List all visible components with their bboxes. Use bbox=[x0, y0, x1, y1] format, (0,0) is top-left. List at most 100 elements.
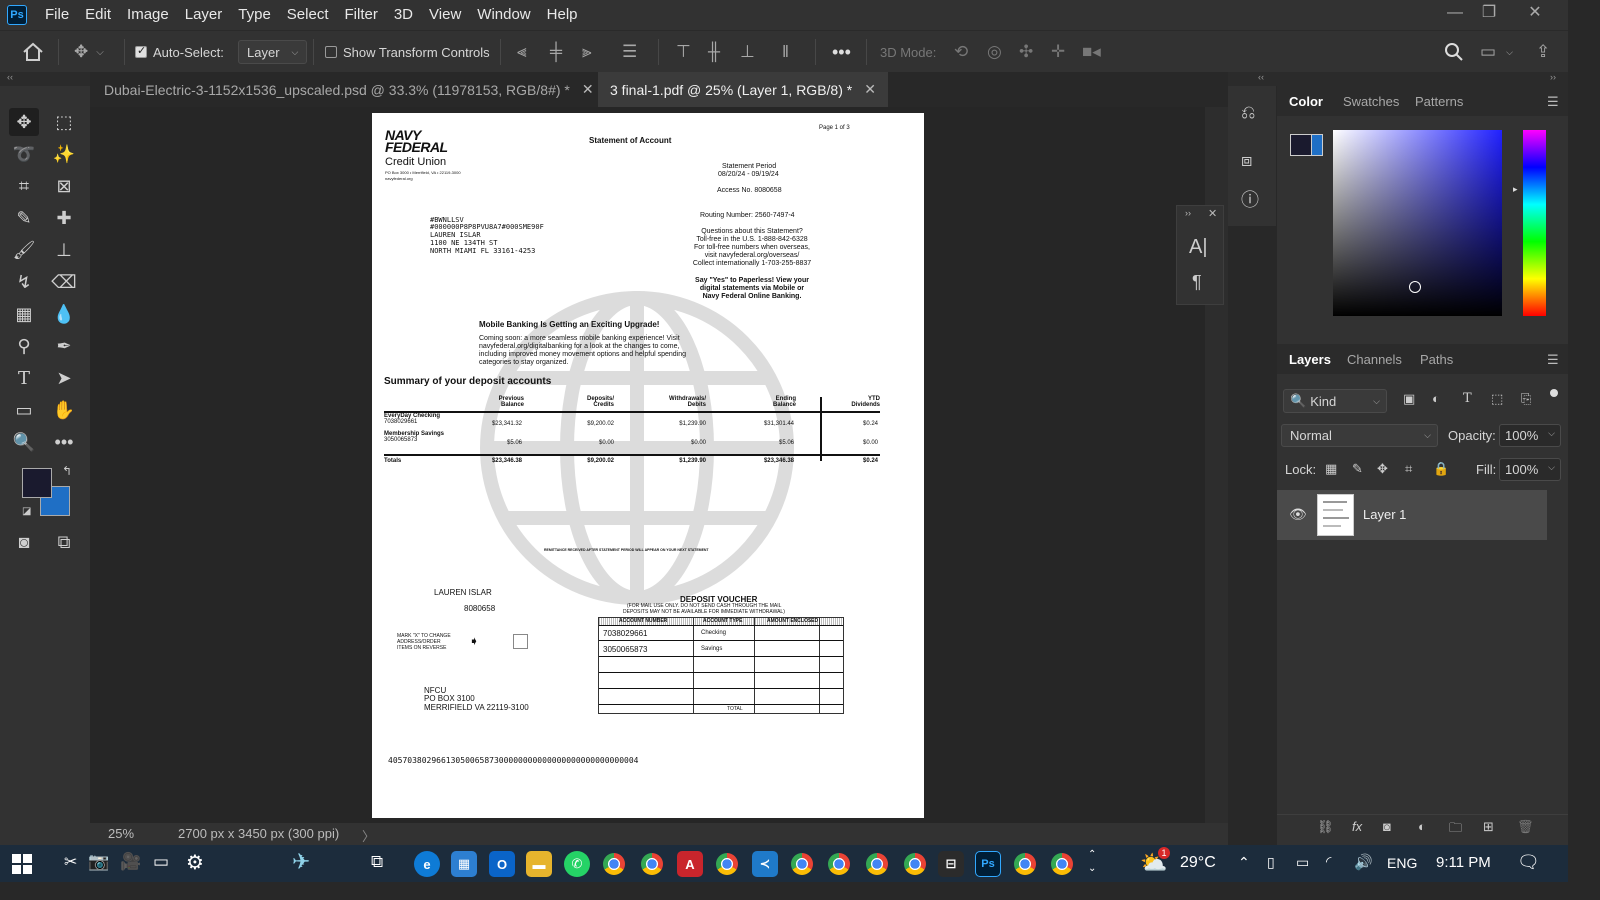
pen-tool-icon[interactable]: ✒ bbox=[49, 332, 79, 360]
align-hcenter-icon[interactable]: ╪ bbox=[550, 31, 562, 73]
minimize-icon[interactable]: — bbox=[1438, 0, 1472, 26]
chrome-profile4-icon[interactable] bbox=[791, 853, 813, 875]
layer-filter-kind-dropdown[interactable]: 🔍 Kind ⌵ bbox=[1283, 389, 1387, 413]
color-fg-swatch[interactable] bbox=[1290, 134, 1312, 156]
terminal-app-icon[interactable]: ⊟ bbox=[938, 851, 964, 877]
chrome-profile9-icon[interactable] bbox=[1051, 853, 1073, 875]
expand-panels-icon[interactable]: ‹‹ bbox=[1258, 72, 1264, 82]
3d-orbit-icon[interactable]: ⟲ bbox=[954, 31, 968, 73]
photoshop-taskbar-icon[interactable]: Ps bbox=[975, 851, 1001, 877]
3d-slide-icon[interactable]: ✛ bbox=[1051, 31, 1065, 73]
hue-slider[interactable] bbox=[1523, 130, 1546, 316]
paragraph-panel-icon[interactable]: ¶ bbox=[1192, 272, 1202, 293]
menu-type[interactable]: Type bbox=[230, 0, 279, 30]
status-menu-chevron-icon[interactable]: 〉 bbox=[362, 826, 375, 845]
dodge-tool-icon[interactable]: ⚲ bbox=[9, 332, 39, 360]
show-transform-checkbox[interactable]: Show Transform Controls bbox=[325, 31, 490, 73]
tab-paths[interactable]: Paths bbox=[1420, 352, 1453, 367]
marquee-tool-icon[interactable]: ⬚ bbox=[49, 108, 79, 136]
auto-select-checkbox[interactable]: Auto-Select: bbox=[135, 31, 224, 73]
menu-layer[interactable]: Layer bbox=[177, 0, 231, 30]
crop-tool-icon[interactable]: ⌗ bbox=[9, 172, 39, 200]
brush-tool-icon[interactable]: 🖌 bbox=[9, 236, 39, 264]
healing-brush-tool-icon[interactable]: ✚ bbox=[49, 204, 79, 232]
new-layer-icon[interactable]: ⊞ bbox=[1483, 819, 1494, 835]
close-icon[interactable]: ✕ bbox=[864, 81, 876, 98]
travel-widget-icon[interactable]: ✈ bbox=[292, 849, 310, 875]
chrome-profile7-icon[interactable] bbox=[904, 853, 926, 875]
move-tool-preset-icon[interactable]: ✥ ⌵ bbox=[74, 31, 104, 73]
tab-channels[interactable]: Channels bbox=[1347, 352, 1402, 367]
collapse-toolbar-icon[interactable]: ‹‹ bbox=[0, 72, 90, 86]
lasso-tool-icon[interactable]: ➰ bbox=[9, 140, 39, 168]
more-options-icon[interactable]: ••• bbox=[832, 31, 851, 73]
lock-position-icon[interactable]: ✥ bbox=[1377, 461, 1388, 477]
blur-tool-icon[interactable]: 💧 bbox=[49, 300, 79, 328]
path-selection-tool-icon[interactable]: ➤ bbox=[49, 364, 79, 392]
home-icon[interactable] bbox=[22, 31, 44, 73]
close-window-icon[interactable]: ✕ bbox=[1518, 0, 1552, 26]
close-icon[interactable]: ✕ bbox=[582, 81, 594, 98]
lock-image-icon[interactable]: ✎ bbox=[1352, 461, 1363, 477]
type-tool-icon[interactable]: T bbox=[9, 364, 39, 392]
3d-panel-icon[interactable]: ⧈ bbox=[1241, 150, 1252, 171]
fill-field[interactable]: 100% ⌵ bbox=[1499, 458, 1561, 481]
tab-color[interactable]: Color bbox=[1289, 94, 1323, 109]
layers-panel-menu-icon[interactable]: ☰ bbox=[1547, 352, 1559, 368]
align-vcenter-icon[interactable]: ╫ bbox=[708, 31, 720, 73]
layer-style-icon[interactable]: fx bbox=[1352, 819, 1362, 834]
file-explorer-icon[interactable]: ▬ bbox=[526, 851, 552, 877]
eraser-tool-icon[interactable]: ⌫ bbox=[49, 268, 79, 296]
zoom-level[interactable]: 25% bbox=[108, 826, 134, 841]
color-picker-cursor[interactable] bbox=[1409, 281, 1421, 293]
lock-artboard-icon[interactable]: ⌗ bbox=[1405, 461, 1412, 477]
chrome-icon[interactable] bbox=[603, 853, 625, 875]
filter-type-icon[interactable]: T bbox=[1463, 391, 1472, 406]
filter-toggle-icon[interactable] bbox=[1550, 389, 1558, 397]
windows-start-icon[interactable] bbox=[12, 854, 32, 874]
tab-layers[interactable]: Layers bbox=[1289, 352, 1331, 367]
add-mask-icon[interactable]: ◙ bbox=[1383, 819, 1391, 834]
adjustment-layer-icon[interactable]: ◐ bbox=[1418, 819, 1426, 834]
filter-shape-icon[interactable]: ⬚ bbox=[1491, 391, 1503, 407]
gradient-tool-icon[interactable]: ▦ bbox=[9, 300, 39, 328]
align-left-icon[interactable]: ⫷ bbox=[517, 31, 527, 73]
vscode-icon[interactable]: ≺ bbox=[752, 851, 778, 877]
visibility-eye-icon[interactable]: 👁 bbox=[1289, 506, 1307, 523]
info-panel-icon[interactable]: ⓘ bbox=[1241, 186, 1259, 212]
zoom-tool-icon[interactable]: 🔍 bbox=[9, 428, 39, 456]
store-icon[interactable]: ▦ bbox=[451, 851, 477, 877]
menu-select[interactable]: Select bbox=[279, 0, 337, 30]
quick-mask-icon[interactable]: ◙ bbox=[9, 528, 39, 556]
filter-adjustment-icon[interactable]: ◐ bbox=[1432, 391, 1440, 406]
chrome-profile2-icon[interactable] bbox=[641, 853, 663, 875]
color-panel-menu-icon[interactable]: ☰ bbox=[1547, 94, 1559, 110]
swap-colors-icon[interactable]: ↰ bbox=[62, 464, 72, 478]
magic-wand-tool-icon[interactable]: ✨ bbox=[49, 140, 79, 168]
snip-tool-icon[interactable]: ✂ bbox=[64, 852, 77, 872]
align-top-icon[interactable]: ⊤ bbox=[676, 31, 691, 73]
phone-link-icon[interactable]: ▯ bbox=[1267, 854, 1275, 871]
temperature[interactable]: 29°C bbox=[1180, 854, 1216, 872]
menu-3d[interactable]: 3D bbox=[386, 0, 421, 30]
workspace-icon[interactable]: ▭ ⌵ bbox=[1480, 31, 1513, 73]
menu-image[interactable]: Image bbox=[119, 0, 177, 30]
volume-icon[interactable]: 🔊 bbox=[1354, 853, 1373, 871]
history-brush-tool-icon[interactable]: ↯ bbox=[9, 268, 39, 296]
auto-select-target-dropdown[interactable]: Layer ⌵ bbox=[238, 40, 308, 64]
change-address-checkbox[interactable] bbox=[513, 634, 528, 649]
layer-row[interactable]: 👁 Layer 1 bbox=[1277, 490, 1547, 540]
notifications-icon[interactable]: 🗨 bbox=[1517, 852, 1540, 873]
filter-pixel-icon[interactable]: ▣ bbox=[1403, 391, 1415, 407]
foreground-color-swatch[interactable] bbox=[22, 468, 52, 498]
default-colors-icon[interactable]: ◪ bbox=[22, 506, 31, 517]
lock-transparent-icon[interactable]: ▦ bbox=[1325, 461, 1337, 477]
rectangle-tool-icon[interactable]: ▭ bbox=[9, 396, 39, 424]
tab-patterns[interactable]: Patterns bbox=[1415, 94, 1463, 109]
clone-stamp-tool-icon[interactable]: ⊥ bbox=[49, 236, 79, 264]
close-icon[interactable]: ✕ bbox=[1208, 207, 1217, 220]
wifi-icon[interactable]: ◜ bbox=[1326, 853, 1331, 870]
chrome-profile5-icon[interactable] bbox=[828, 853, 850, 875]
tab-dubai-electric[interactable]: Dubai-Electric-3-1152x1536_upscaled.psd … bbox=[92, 72, 606, 107]
lock-all-icon[interactable]: 🔒 bbox=[1433, 461, 1449, 477]
